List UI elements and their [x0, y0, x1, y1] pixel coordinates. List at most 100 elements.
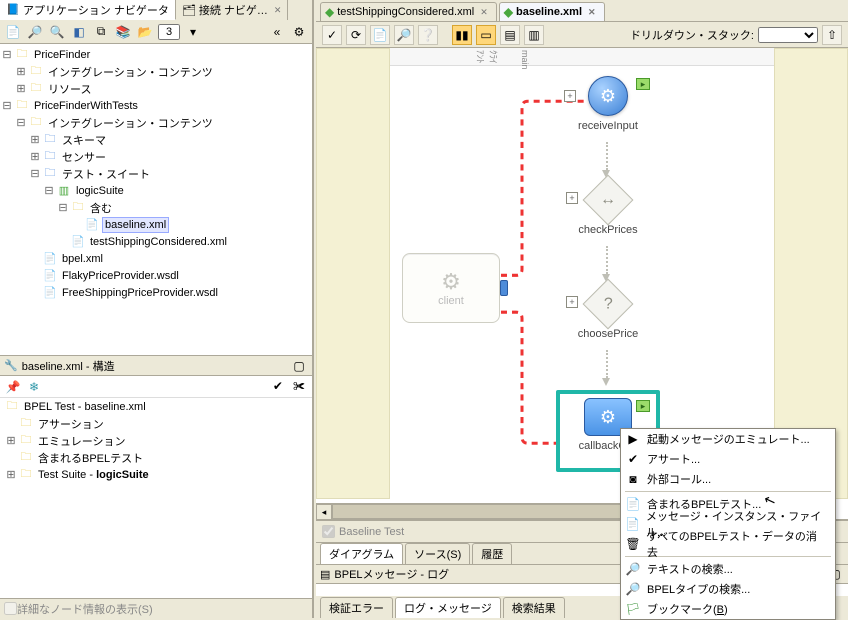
folder-icon: 🗀	[28, 116, 44, 130]
editor-tab-baseline[interactable]: ◆ baseline.xml ✕	[499, 2, 605, 21]
ctx-external-call[interactable]: ◙外部コール...	[621, 469, 835, 489]
tab-source[interactable]: ソース(S)	[405, 543, 470, 564]
et-new-button[interactable]: 📄	[370, 25, 390, 45]
nav-refresh-button[interactable]: 📄	[4, 23, 22, 41]
et-validate-button[interactable]: ✓	[322, 25, 342, 45]
structure-icon: 🔧	[4, 359, 18, 372]
scroll-left-icon[interactable]: ◂	[316, 504, 332, 520]
et-refresh-button[interactable]: ⟳	[346, 25, 366, 45]
close-icon[interactable]: ✕	[588, 7, 596, 18]
nav-library-button[interactable]: 📚	[114, 23, 132, 41]
baseline-test-checkbox[interactable]	[322, 525, 335, 538]
et-toggle2-button[interactable]: ▭	[476, 25, 496, 45]
close-icon[interactable]: ✕	[480, 7, 488, 18]
ctx-clear-all-test-data[interactable]: 🗑すべてのBPELテスト・データの消去	[621, 534, 835, 554]
nav-filter-input[interactable]	[158, 24, 180, 40]
tab-log-messages[interactable]: ログ・メッセージ	[395, 597, 501, 618]
include-icon: 📄	[625, 497, 641, 511]
nav-history-button[interactable]: ⧉	[92, 23, 110, 41]
et-toggle4-button[interactable]: ▥	[524, 25, 544, 45]
structure-scissors-button[interactable]: ✀	[290, 378, 308, 396]
tree-include[interactable]: 含む	[88, 199, 114, 217]
nav-collapse-button[interactable]: «	[268, 23, 286, 41]
et-help-button[interactable]: ❔	[418, 25, 438, 45]
nav-toggle-button[interactable]: ◧	[70, 23, 88, 41]
tree-sensor[interactable]: センサー	[60, 148, 108, 166]
tab-search-results[interactable]: 検索結果	[503, 597, 565, 618]
tree-bpel[interactable]: bpel.xml	[60, 252, 105, 266]
tree-testship[interactable]: testShippingConsidered.xml	[88, 235, 229, 249]
drill-up-button[interactable]: ⇧	[822, 25, 842, 45]
folder-icon: 🗀	[70, 201, 86, 215]
nav-find-button[interactable]: 🔎	[26, 23, 44, 41]
tree-pf-resources[interactable]: リソース	[46, 80, 93, 98]
structure-check-button[interactable]: ✔	[269, 377, 287, 395]
arrow-icon	[602, 378, 610, 386]
scroll-thumb[interactable]	[332, 504, 624, 519]
folder-icon: 🗀	[14, 99, 30, 113]
tree-flaky[interactable]: FlakyPriceProvider.wsdl	[60, 269, 181, 283]
struct-included[interactable]: 含まれるBPELテスト	[36, 449, 145, 467]
drill-stack-select[interactable]	[758, 27, 818, 43]
folder-icon: 🗀	[42, 133, 58, 147]
log-title: BPELメッセージ - ログ	[334, 566, 449, 582]
tree-pricefinderwithtests[interactable]: PriceFinderWithTests	[32, 99, 140, 113]
ctx-assert[interactable]: ✔アサート...	[621, 449, 835, 469]
structure-freeze-button[interactable]: ❄	[25, 378, 43, 396]
tree-testsuite[interactable]: テスト・スイート	[60, 165, 152, 183]
struct-suite[interactable]: Test Suite - logicSuite	[36, 468, 151, 482]
nav-open-folder-button[interactable]: 📂	[136, 23, 154, 41]
partner-client[interactable]: ⚙ client	[402, 253, 500, 323]
detail-node-checkbox[interactable]	[4, 602, 17, 615]
structure-close-icon[interactable]: ▢	[290, 357, 308, 375]
activity-checkprices[interactable]: + ↔ checkPrices	[570, 182, 646, 236]
tree-pft-integration[interactable]: インテグレーション・コンテンツ	[46, 114, 215, 132]
client-port-icon	[500, 280, 508, 296]
struct-assertion[interactable]: アサーション	[36, 415, 106, 433]
receive-icon: ⚙	[588, 76, 628, 116]
tree-logicsuite[interactable]: logicSuite	[74, 184, 126, 198]
ctx-emulate-message[interactable]: ▶起動メッセージのエミュレート...	[621, 429, 835, 449]
tree-pricefinder[interactable]: PriceFinder	[32, 48, 92, 62]
ctx-search-text[interactable]: 🔎テキストの検索...	[621, 559, 835, 579]
et-toggle3-button[interactable]: ▤	[500, 25, 520, 45]
log-icon: ▤	[320, 568, 330, 581]
baseline-test-label: Baseline Test	[339, 526, 404, 538]
nav-gear-button[interactable]: ⚙	[290, 23, 308, 41]
detail-node-label: 詳細なノード情報の表示(S)	[17, 601, 153, 617]
structure-pin-button[interactable]: 📌	[4, 378, 22, 396]
tab-conn-close-icon[interactable]: ✕	[274, 5, 282, 16]
tab-app-navigator[interactable]: 📘 アプリケーション ナビゲータ	[0, 0, 176, 20]
xml-icon: 📄	[84, 218, 100, 232]
editor-tab-testship[interactable]: ◆ testShippingConsidered.xml ✕	[320, 2, 497, 21]
et-search-button[interactable]: 🔎	[394, 25, 414, 45]
tree-baseline[interactable]: baseline.xml	[102, 217, 169, 233]
ctx-search-bpel-type[interactable]: 🔎BPELタイプの検索...	[621, 579, 835, 599]
struct-emulation[interactable]: エミュレーション	[36, 432, 128, 450]
struct-root[interactable]: BPEL Test - baseline.xml	[22, 400, 148, 414]
structure-tree[interactable]: 🗀BPEL Test - baseline.xml 🗀アサーション ⊞🗀エミュレ…	[0, 398, 312, 598]
tab-diagram[interactable]: ダイアグラム	[320, 543, 403, 564]
project-tree[interactable]: ⊟🗀PriceFinder ⊞🗀インテグレーション・コンテンツ ⊞🗀リソース ⊟…	[0, 44, 312, 356]
activity-receive[interactable]: + ▸ ⚙ receiveInput	[568, 76, 648, 132]
nav-filter-button[interactable]: 🔍	[48, 23, 66, 41]
conn-nav-icon: 🗂	[182, 3, 196, 17]
tab-app-label: アプリケーション ナビゲータ	[23, 2, 169, 18]
tree-freeship[interactable]: FreeShippingPriceProvider.wsdl	[60, 286, 220, 300]
folder-icon: 🗀	[28, 82, 44, 96]
ctx-bookmark[interactable]: 🏳ブックマーク(B)	[621, 599, 835, 619]
activity-chooseprice[interactable]: + ? choosePrice	[570, 286, 646, 340]
structure-header: 🔧 baseline.xml - 構造 ▢	[0, 356, 312, 376]
switch-activity-icon: ?	[583, 279, 634, 330]
context-menu: ▶起動メッセージのエミュレート... ✔アサート... ◙外部コール... 📄含…	[620, 428, 836, 620]
tree-pf-integration[interactable]: インテグレーション・コンテンツ	[46, 63, 215, 81]
folder-icon: 🗀	[28, 65, 44, 79]
nav-filter-down-icon[interactable]: ▾	[184, 23, 202, 41]
suite-icon: ▥	[56, 184, 72, 198]
tab-conn-navigator[interactable]: 🗂 接続 ナビゲ… ✕	[176, 0, 289, 20]
et-toggle1-button[interactable]: ▮▮	[452, 25, 472, 45]
tree-schema[interactable]: スキーマ	[60, 131, 108, 149]
nav-toolbar: 📄 🔎 🔍 ◧ ⧉ 📚 📂 ▾ « ⚙	[0, 20, 312, 44]
tab-history[interactable]: 履歴	[472, 543, 512, 564]
tab-verify-errors[interactable]: 検証エラー	[320, 597, 393, 618]
